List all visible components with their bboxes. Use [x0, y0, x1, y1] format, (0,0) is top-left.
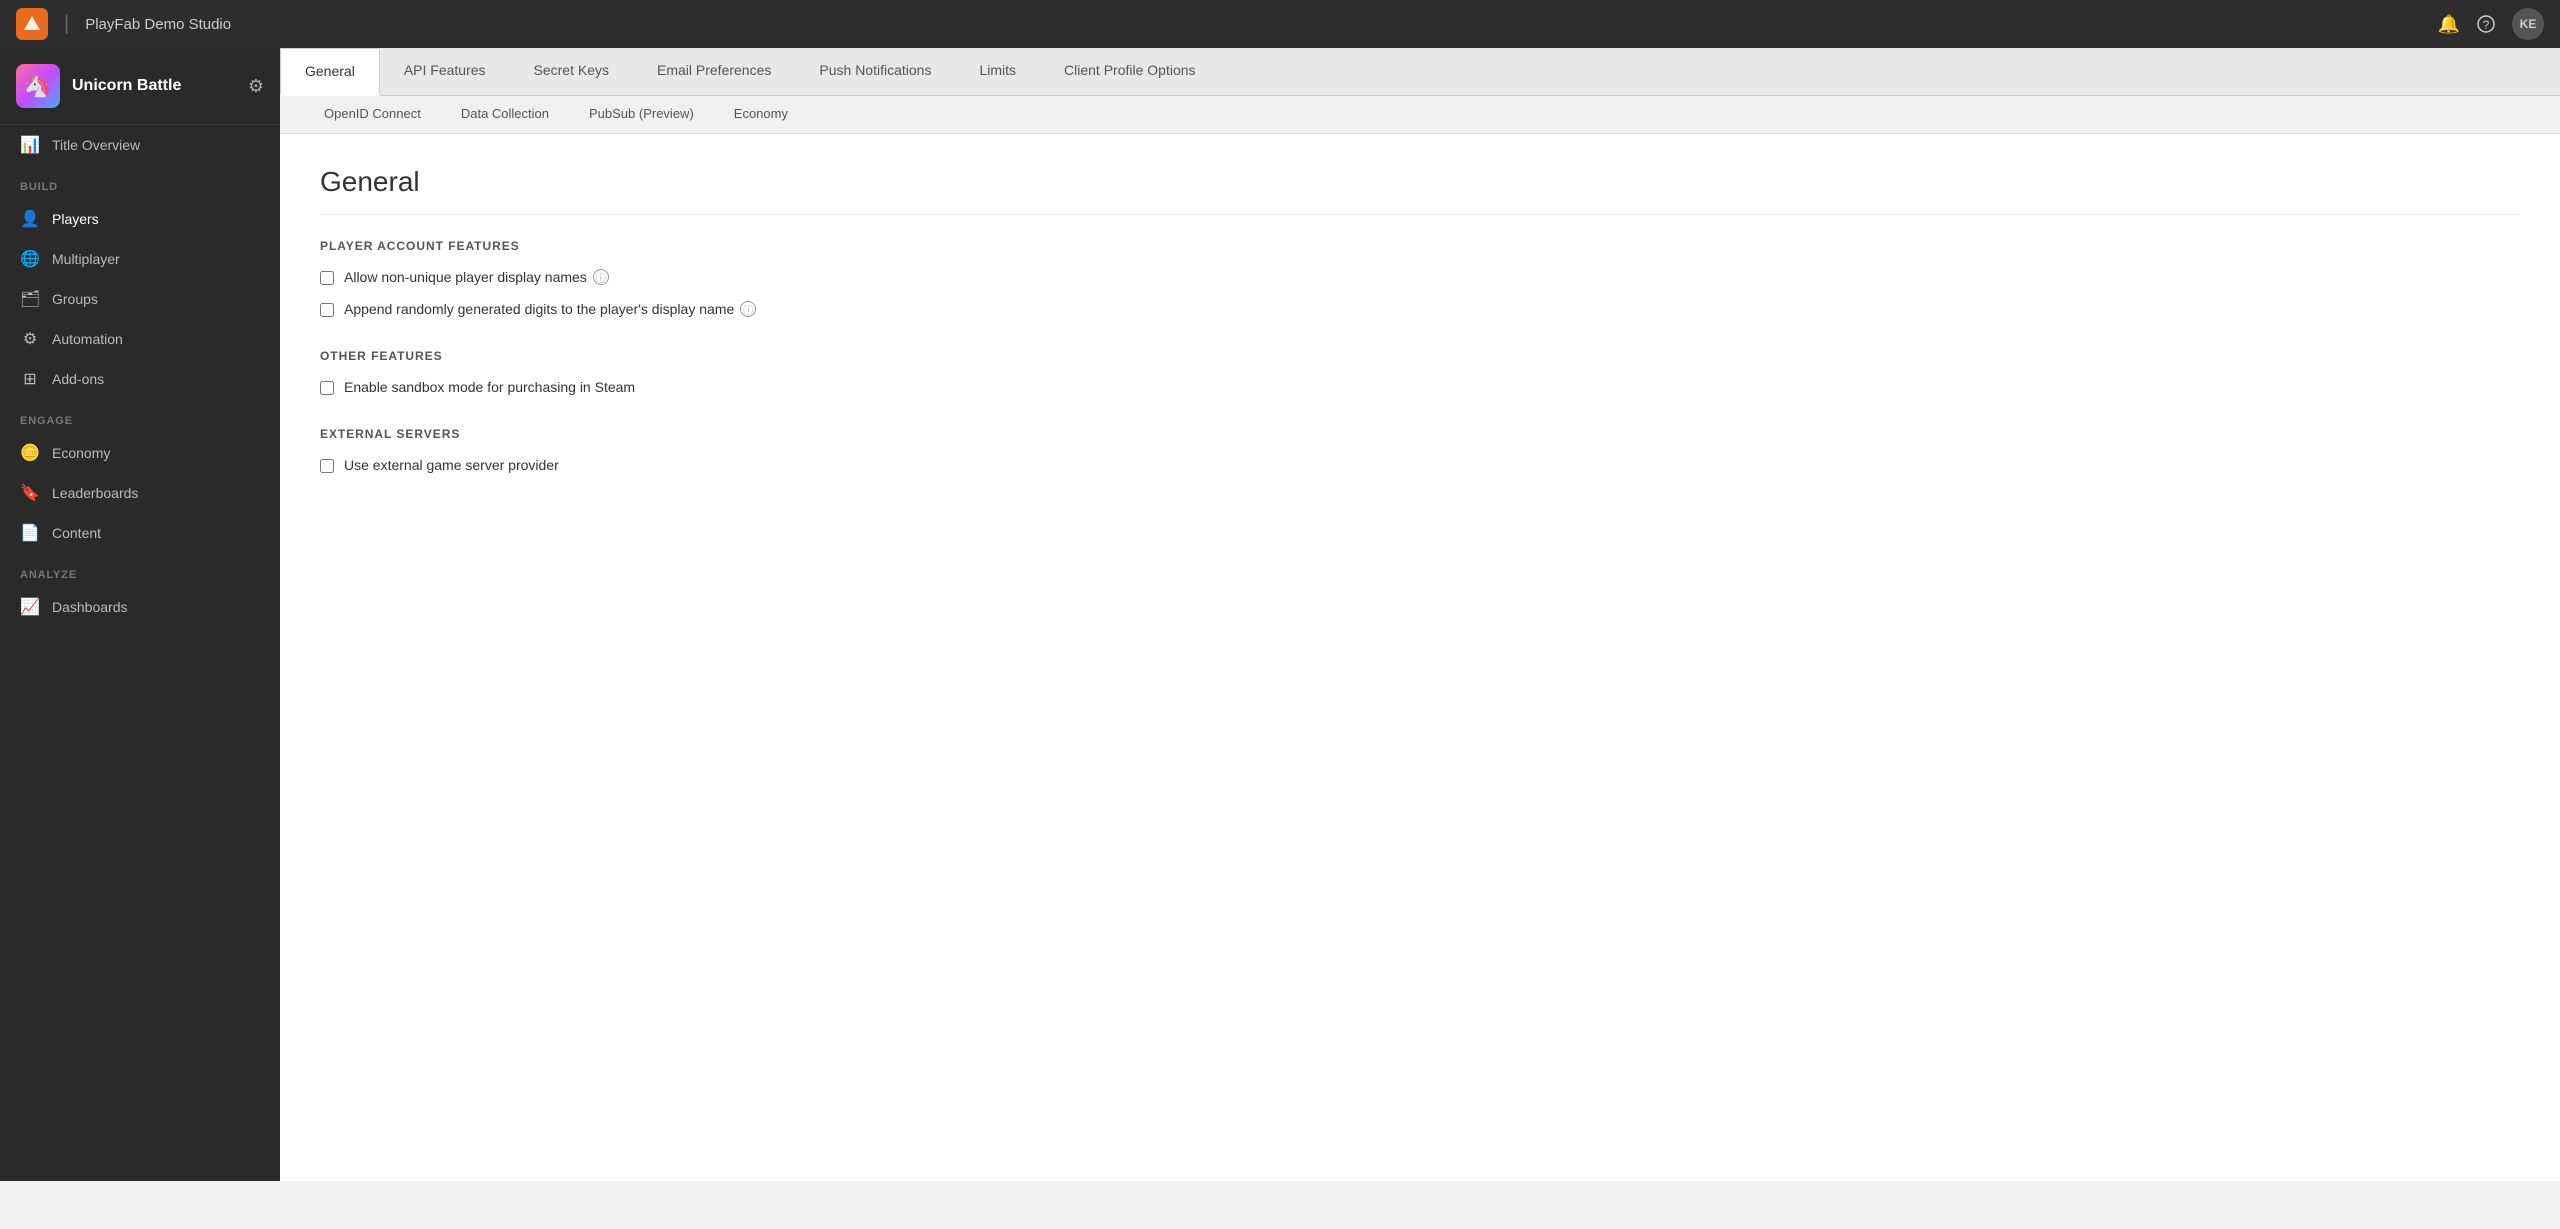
svg-text:?: ? [2483, 18, 2490, 32]
sidebar-label-addons: Add-ons [52, 371, 104, 387]
automation-icon: ⚙ [20, 329, 40, 349]
tab-pubsub-preview[interactable]: PubSub (Preview) [569, 96, 714, 133]
multiplayer-icon: 🌐 [20, 249, 40, 269]
section-other-features-heading: OTHER FEATURES [320, 349, 2520, 363]
tab-economy[interactable]: Economy [714, 96, 808, 133]
checkbox-row-non-unique: Allow non-unique player display names ⓘ [320, 269, 2520, 285]
tab-client-profile-options[interactable]: Client Profile Options [1040, 48, 1220, 95]
tab-email-preferences[interactable]: Email Preferences [633, 48, 795, 95]
tab-general[interactable]: General [280, 48, 380, 96]
sidebar-label-automation: Automation [52, 331, 123, 347]
checkbox-append-digits[interactable] [320, 303, 334, 317]
tab-openid-connect[interactable]: OpenID Connect [304, 96, 441, 133]
sidebar-item-addons[interactable]: ⊞ Add-ons [0, 359, 280, 399]
checkbox-text-non-unique: Allow non-unique player display names [344, 269, 587, 285]
tab-bar-primary: General API Features Secret Keys Email P… [280, 48, 2560, 96]
checkbox-text-external-server: Use external game server provider [344, 457, 559, 473]
sidebar-item-content[interactable]: 📄 Content [0, 513, 280, 553]
sidebar-item-title-overview[interactable]: 📊 Title Overview [0, 125, 280, 165]
help-icon[interactable]: ? [2476, 14, 2496, 34]
sidebar-label-economy: Economy [52, 445, 110, 461]
sidebar-item-dashboards[interactable]: 📈 Dashboards [0, 587, 280, 627]
section-analyze-label: ANALYZE [0, 553, 280, 587]
sidebar-label-leaderboards: Leaderboards [52, 485, 138, 501]
tab-secret-keys[interactable]: Secret Keys [510, 48, 633, 95]
checkbox-label-append-digits: Append randomly generated digits to the … [344, 301, 756, 317]
topbar-actions: 🔔 ? KE [2438, 8, 2544, 40]
tab-bar-secondary: OpenID Connect Data Collection PubSub (P… [280, 96, 2560, 134]
topbar-divider: | [64, 13, 69, 36]
checkbox-external-server[interactable] [320, 459, 334, 473]
tab-push-notifications[interactable]: Push Notifications [795, 48, 955, 95]
checkbox-row-external-server: Use external game server provider [320, 457, 2520, 473]
checkbox-sandbox-mode[interactable] [320, 381, 334, 395]
sidebar-label-groups: Groups [52, 291, 98, 307]
leaderboards-icon: 🔖 [20, 483, 40, 503]
content-icon: 📄 [20, 523, 40, 543]
sidebar: 🦄 Unicorn Battle ⚙ 📊 Title Overview BUIL… [0, 48, 280, 1181]
checkbox-text-sandbox: Enable sandbox mode for purchasing in St… [344, 379, 635, 395]
game-icon: 🦄 [16, 64, 60, 108]
sidebar-header: 🦄 Unicorn Battle ⚙ [0, 48, 280, 125]
game-title: Unicorn Battle [72, 77, 181, 95]
checkbox-text-append-digits: Append randomly generated digits to the … [344, 301, 734, 317]
sidebar-label-dashboards: Dashboards [52, 599, 128, 615]
groups-icon: 🗂 [20, 289, 40, 309]
section-player-account-heading: PLAYER ACCOUNT FEATURES [320, 239, 2520, 253]
players-icon: 👤 [20, 209, 40, 229]
sidebar-label-content: Content [52, 525, 101, 541]
sidebar-label-title-overview: Title Overview [52, 137, 140, 153]
economy-icon: 🪙 [20, 443, 40, 463]
main-content-area: General API Features Secret Keys Email P… [280, 48, 2560, 1181]
playfab-logo[interactable] [16, 8, 48, 40]
dashboards-icon: 📈 [20, 597, 40, 617]
tab-limits[interactable]: Limits [955, 48, 1040, 95]
tab-api-features[interactable]: API Features [380, 48, 510, 95]
notifications-icon[interactable]: 🔔 [2438, 14, 2460, 35]
info-icon-non-unique[interactable]: ⓘ [593, 269, 609, 285]
page-title: General [320, 166, 2520, 215]
tab-data-collection[interactable]: Data Collection [441, 96, 569, 133]
addons-icon: ⊞ [20, 369, 40, 389]
content-panel: General PLAYER ACCOUNT FEATURES Allow no… [280, 134, 2560, 1181]
sidebar-item-players[interactable]: 👤 Players [0, 199, 280, 239]
checkbox-row-append-digits: Append randomly generated digits to the … [320, 301, 2520, 317]
topbar: | PlayFab Demo Studio 🔔 ? KE [0, 0, 2560, 48]
sidebar-item-leaderboards[interactable]: 🔖 Leaderboards [0, 473, 280, 513]
sidebar-item-multiplayer[interactable]: 🌐 Multiplayer [0, 239, 280, 279]
section-engage-label: ENGAGE [0, 399, 280, 433]
section-external-servers-heading: EXTERNAL SERVERS [320, 427, 2520, 441]
user-avatar[interactable]: KE [2512, 8, 2544, 40]
sidebar-settings-icon[interactable]: ⚙ [248, 76, 264, 97]
layout: 🦄 Unicorn Battle ⚙ 📊 Title Overview BUIL… [0, 48, 2560, 1181]
sidebar-label-players: Players [52, 211, 99, 227]
checkbox-non-unique-names[interactable] [320, 271, 334, 285]
sidebar-item-groups[interactable]: 🗂 Groups [0, 279, 280, 319]
sidebar-item-economy[interactable]: 🪙 Economy [0, 433, 280, 473]
checkbox-label-non-unique: Allow non-unique player display names ⓘ [344, 269, 609, 285]
chart-icon: 📊 [20, 135, 40, 155]
checkbox-row-sandbox: Enable sandbox mode for purchasing in St… [320, 379, 2520, 395]
sidebar-label-multiplayer: Multiplayer [52, 251, 120, 267]
section-build-label: BUILD [0, 165, 280, 199]
info-icon-append-digits[interactable]: ⓘ [740, 301, 756, 317]
sidebar-item-automation[interactable]: ⚙ Automation [0, 319, 280, 359]
studio-name: PlayFab Demo Studio [85, 16, 2425, 33]
